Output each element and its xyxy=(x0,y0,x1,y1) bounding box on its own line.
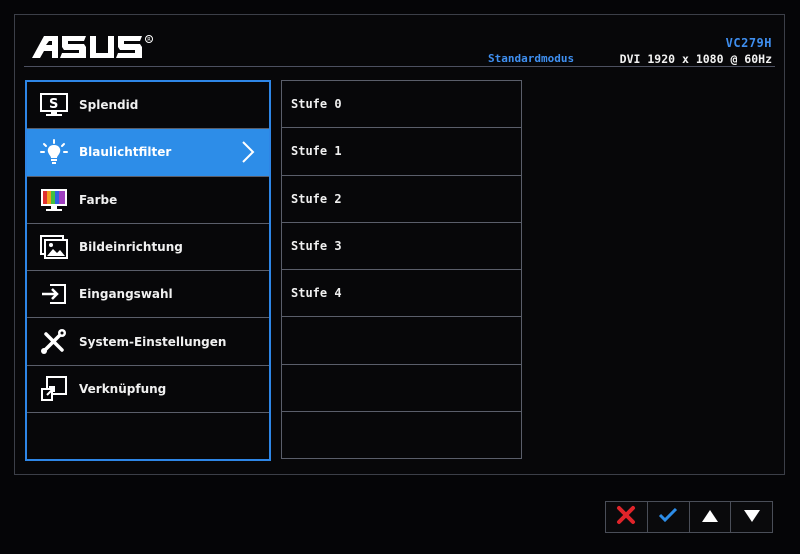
up-arrow-icon xyxy=(701,508,719,527)
tools-icon xyxy=(39,328,69,355)
close-button[interactable] xyxy=(606,502,648,532)
sub-item-empty xyxy=(282,412,521,459)
sub-item-stufe-0[interactable]: Stufe 0 xyxy=(282,81,521,129)
menu-item-label: Eingangswahl xyxy=(79,287,173,302)
menu-item-label: Bildeinrichtung xyxy=(79,240,183,255)
menu-item-label: Verknüpfung xyxy=(79,381,167,396)
current-mode: Standardmodus xyxy=(488,52,575,65)
image-icon xyxy=(39,234,69,260)
down-button[interactable] xyxy=(731,502,772,532)
close-icon xyxy=(616,505,636,529)
menu-item-label: Farbe xyxy=(79,192,118,207)
menu-item-blaulichtfilter[interactable]: Blaulichtfilter xyxy=(27,129,269,177)
sub-item-stufe-3[interactable]: Stufe 3 xyxy=(282,223,521,271)
menu-item-label: Blaulichtfilter xyxy=(79,145,172,160)
model-name: VC279H xyxy=(725,36,772,50)
input-icon xyxy=(39,281,69,307)
sub-item-stufe-1[interactable]: Stufe 1 xyxy=(282,128,521,176)
menu-item-label: System-Einstellungen xyxy=(79,334,227,349)
menu-item-label: Splendid xyxy=(79,98,139,113)
check-icon xyxy=(658,506,678,528)
menu-item-bildeinrichtung[interactable]: Bildeinrichtung xyxy=(27,224,269,272)
color-monitor-icon xyxy=(39,187,69,213)
menu-item-empty xyxy=(27,413,269,460)
sub-item-empty xyxy=(282,365,521,413)
nav-bar xyxy=(605,501,773,533)
sub-item-stufe-4[interactable]: Stufe 4 xyxy=(282,270,521,318)
svg-text:S: S xyxy=(49,97,58,112)
signal-info: DVI 1920 x 1080 @ 60Hz xyxy=(619,52,772,66)
asus-logo: R xyxy=(28,30,158,66)
chevron-right-icon xyxy=(241,141,255,164)
sub-item-empty xyxy=(282,317,521,365)
shortcut-icon xyxy=(39,375,69,402)
svg-text:R: R xyxy=(147,37,151,43)
menu-item-eingangswahl[interactable]: Eingangswahl xyxy=(27,271,269,319)
bulb-icon xyxy=(39,139,69,165)
splendid-icon: S xyxy=(39,92,69,118)
confirm-button[interactable] xyxy=(647,502,690,532)
menu-item-splendid[interactable]: S Splendid xyxy=(27,82,269,130)
down-arrow-icon xyxy=(743,508,761,527)
main-menu: S Splendid Blaulichtfilter Farbe Bildein… xyxy=(25,80,271,461)
sub-menu: Stufe 0 Stufe 1 Stufe 2 Stufe 3 Stufe 4 xyxy=(281,80,522,459)
menu-item-verknuepfung[interactable]: Verknüpfung xyxy=(27,366,269,414)
header-divider xyxy=(24,66,775,67)
menu-item-farbe[interactable]: Farbe xyxy=(27,177,269,224)
up-button[interactable] xyxy=(689,502,732,532)
menu-item-system-einstellungen[interactable]: System-Einstellungen xyxy=(27,318,269,366)
sub-item-stufe-2[interactable]: Stufe 2 xyxy=(282,176,521,223)
